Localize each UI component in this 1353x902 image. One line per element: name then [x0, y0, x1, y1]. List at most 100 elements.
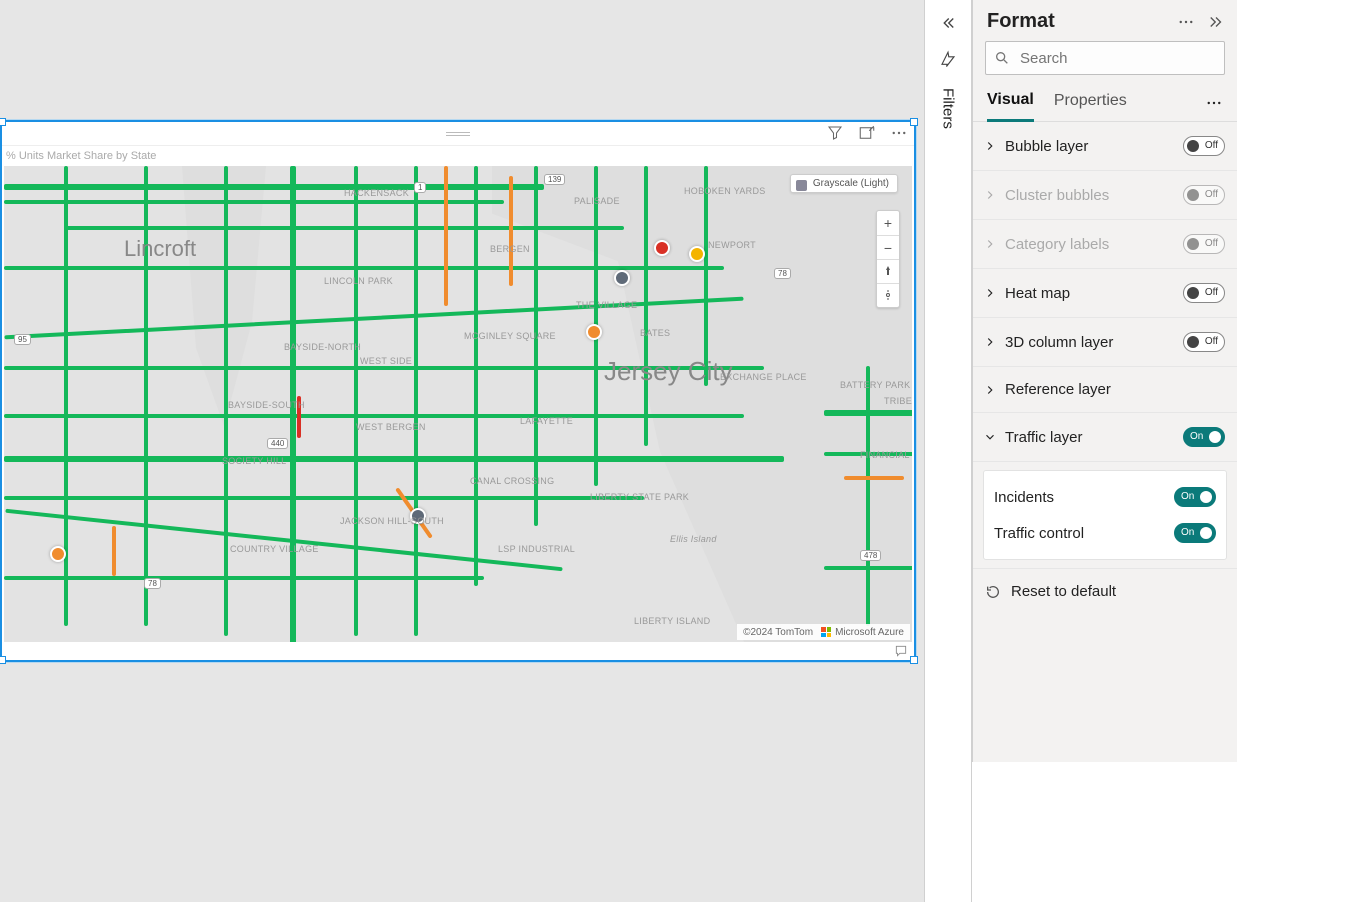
layer-label: Bubble layer — [1005, 138, 1088, 155]
sub-incidents-row: Incidents On — [994, 479, 1216, 515]
layer-traffic[interactable]: Traffic layer On — [973, 413, 1237, 462]
zoom-out-button[interactable]: − — [877, 235, 899, 259]
toggle-heat[interactable]: Off — [1183, 283, 1225, 303]
resize-handle-tl[interactable] — [0, 118, 6, 126]
toggle-traffic[interactable]: On — [1183, 427, 1225, 447]
more-options-icon[interactable] — [1205, 94, 1223, 112]
visual-header-icons — [826, 124, 908, 142]
route-shield: 95 — [14, 334, 31, 345]
incident-marker[interactable] — [586, 324, 602, 340]
azure-map[interactable]: Jersey City Lincroft HACKENSACK PALISADE… — [4, 166, 912, 642]
route-shield: 139 — [544, 174, 565, 185]
incident-marker[interactable] — [654, 240, 670, 256]
toggle-3d-column[interactable]: Off — [1183, 332, 1225, 352]
area-label: Ellis Island — [670, 534, 717, 544]
layer-label: Heat map — [1005, 285, 1070, 302]
incident-marker[interactable] — [50, 546, 66, 562]
area-label: CANAL CROSSING — [470, 476, 554, 486]
area-label: BAYSIDE-SOUTH — [228, 400, 305, 410]
compass-button[interactable] — [877, 283, 899, 307]
incident-marker[interactable] — [689, 246, 705, 262]
map-style-badge[interactable]: Grayscale (Light) — [790, 174, 898, 193]
more-options-icon[interactable] — [1177, 13, 1195, 31]
toggle-category: Off — [1183, 234, 1225, 254]
area-label: TRIBECA — [884, 396, 912, 406]
area-label: BATES — [640, 328, 670, 338]
route-shield: 1 — [414, 182, 426, 193]
map-visual-container[interactable]: % Units Market Share by State — [0, 120, 916, 662]
format-panel: Format Visual Properties Bubble layer Of… — [972, 0, 1237, 762]
format-tabs: Visual Properties — [973, 85, 1237, 122]
report-canvas: % Units Market Share by State — [0, 0, 924, 902]
panel-whitespace — [972, 762, 1237, 902]
resize-handle-tr[interactable] — [910, 118, 918, 126]
grip-icon — [446, 132, 470, 136]
sub-label: Traffic control — [994, 525, 1084, 542]
zoom-in-button[interactable]: + — [877, 211, 899, 235]
search-input[interactable] — [985, 41, 1225, 75]
incident-marker[interactable] — [614, 270, 630, 286]
map-zoom-control: + − — [876, 210, 900, 308]
microsoft-logo-icon — [821, 627, 831, 637]
comment-icon[interactable] — [894, 644, 908, 658]
chevron-right-icon — [983, 188, 997, 202]
area-label: WEST BERGEN — [356, 422, 426, 432]
layer-heat[interactable]: Heat map Off — [973, 269, 1237, 318]
tab-visual[interactable]: Visual — [987, 85, 1034, 122]
toggle-incidents[interactable]: On — [1174, 487, 1216, 507]
area-label: BATTERY PARK CITY — [840, 380, 912, 390]
city-label-jersey-city: Jersey City — [604, 356, 733, 387]
area-label: MCGINLEY SQUARE — [464, 331, 556, 341]
tab-properties[interactable]: Properties — [1054, 86, 1127, 120]
city-label-lincroft: Lincroft — [124, 236, 196, 262]
layer-label: Category labels — [1005, 236, 1109, 253]
route-shield: 78 — [774, 268, 791, 279]
layer-bubble[interactable]: Bubble layer Off — [973, 122, 1237, 171]
route-shield: 478 — [860, 550, 881, 561]
area-label: LSP INDUSTRIAL — [498, 544, 575, 554]
reset-to-default-button[interactable]: Reset to default — [973, 568, 1237, 614]
toggle-traffic-control[interactable]: On — [1174, 523, 1216, 543]
layer-reference[interactable]: Reference layer — [973, 367, 1237, 413]
map-attribution: ©2024 TomTom Microsoft Azure — [737, 624, 910, 640]
layer-label: Reference layer — [1005, 381, 1111, 398]
area-label: JACKSON HILL-SOUTH — [340, 516, 444, 526]
area-label: FINANCIAL DISTRICT — [860, 450, 912, 460]
traffic-sub-section: Incidents On Traffic control On — [983, 470, 1227, 560]
reset-label: Reset to default — [1011, 583, 1116, 600]
pitch-button[interactable] — [877, 259, 899, 283]
layer-list: Bubble layer Off Cluster bubbles Off Cat… — [973, 122, 1237, 762]
more-options-icon[interactable] — [890, 124, 908, 142]
filter-icon[interactable] — [826, 124, 844, 142]
resize-handle-bl[interactable] — [0, 656, 6, 664]
collapse-left-icon[interactable] — [939, 14, 957, 32]
toggle-cluster: Off — [1183, 185, 1225, 205]
filters-label[interactable]: Filters — [940, 88, 957, 129]
layer-3d-column[interactable]: 3D column layer Off — [973, 318, 1237, 367]
bookmark-icon[interactable] — [939, 50, 957, 68]
format-panel-header: Format — [973, 0, 1237, 41]
expand-right-icon[interactable] — [1207, 13, 1225, 31]
visual-drag-bar[interactable] — [2, 122, 914, 146]
chevron-right-icon — [983, 286, 997, 300]
chevron-right-icon — [983, 335, 997, 349]
format-search — [985, 41, 1225, 75]
reset-icon — [985, 584, 1001, 600]
visual-title: % Units Market Share by State — [6, 150, 156, 162]
layer-label: Traffic layer — [1005, 429, 1083, 446]
area-label: SOCIETY HILL — [222, 456, 286, 466]
toggle-bubble[interactable]: Off — [1183, 136, 1225, 156]
area-label: LIBERTY ISLAND — [634, 616, 710, 626]
resize-handle-br[interactable] — [910, 656, 918, 664]
area-label: PALISADE — [574, 196, 620, 206]
layer-label: Cluster bubbles — [1005, 187, 1109, 204]
attribution-azure: Microsoft Azure — [835, 627, 904, 638]
layer-category: Category labels Off — [973, 220, 1237, 269]
route-shield: 440 — [267, 438, 288, 449]
area-label: BAYSIDE-NORTH — [284, 342, 361, 352]
filters-collapsed-rail: Filters — [924, 0, 972, 902]
focus-mode-icon[interactable] — [858, 124, 876, 142]
area-label: LIBERTY STATE PARK — [590, 492, 689, 502]
panel-title: Format — [987, 10, 1055, 33]
chevron-right-icon — [983, 383, 997, 397]
